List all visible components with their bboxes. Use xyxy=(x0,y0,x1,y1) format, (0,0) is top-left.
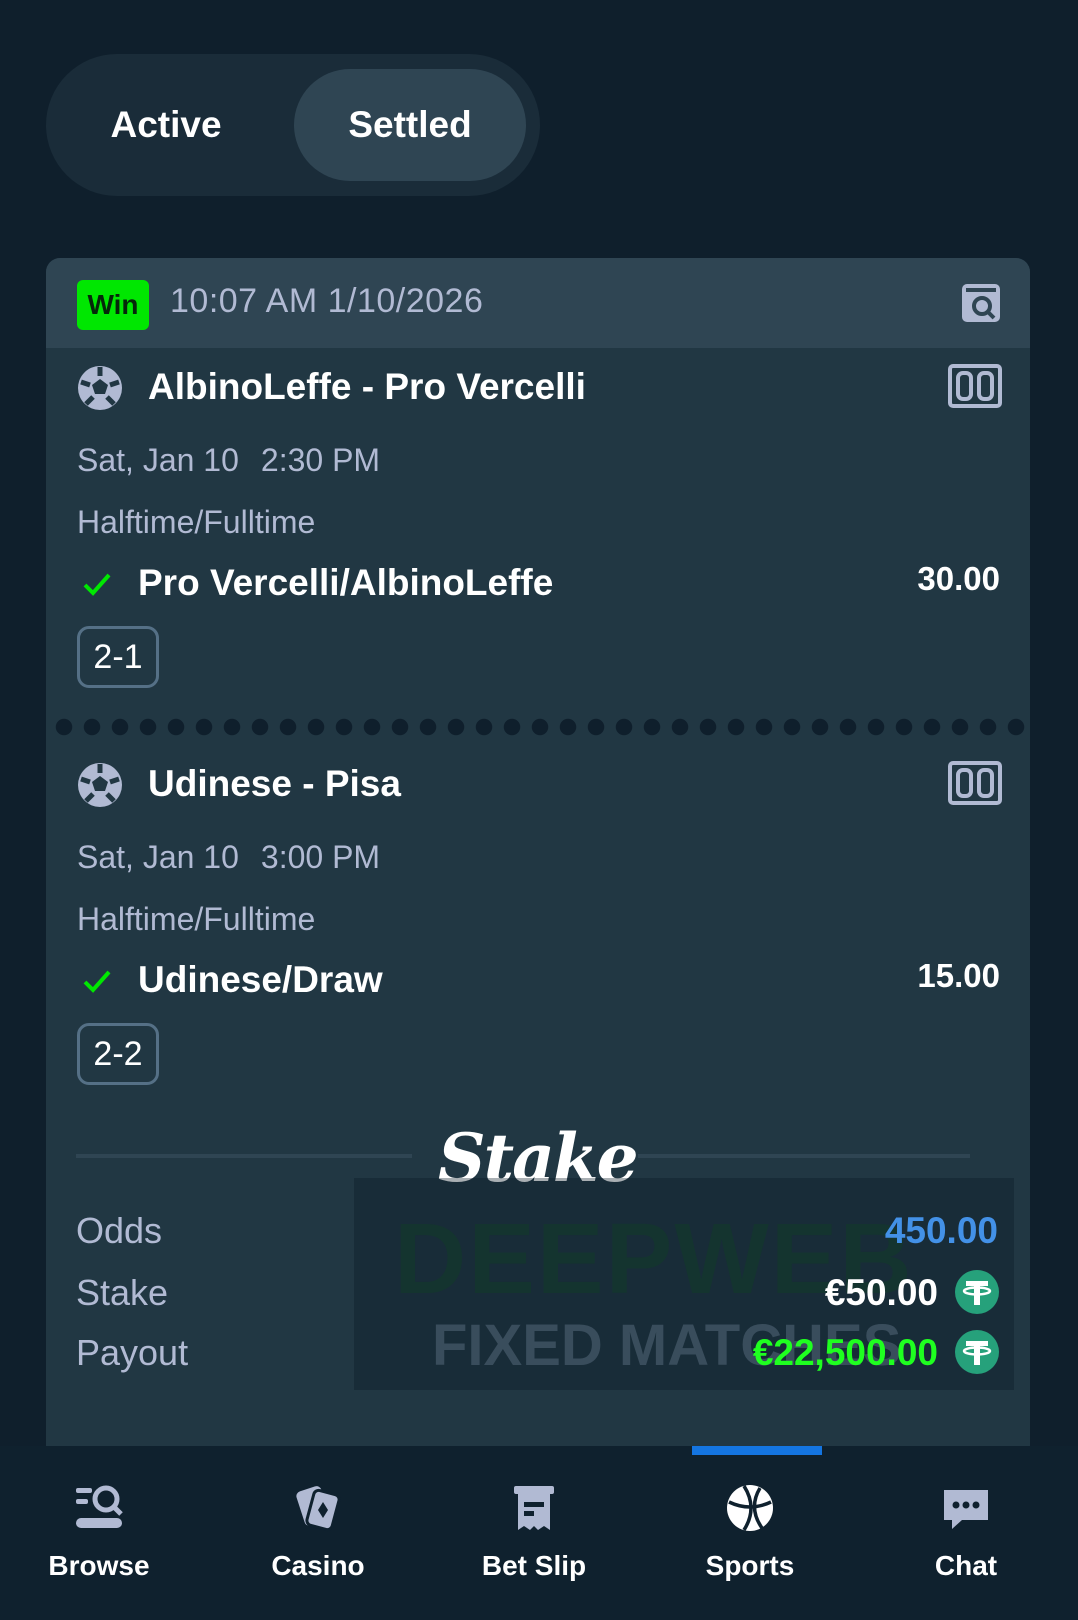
market-name: Halftime/Fulltime xyxy=(77,504,316,540)
bet-timestamp: 10:07 AM 1/10/2026 xyxy=(170,282,484,320)
tab-settled[interactable]: Settled xyxy=(294,69,526,181)
tab-active[interactable]: Active xyxy=(61,69,271,181)
nav-chat[interactable]: Chat xyxy=(876,1482,1056,1592)
scoreboard-icon[interactable] xyxy=(948,364,1002,408)
cards-icon xyxy=(296,1486,341,1532)
nav-label: Bet Slip xyxy=(481,1550,587,1581)
match-time: 3:00 PM xyxy=(260,839,381,875)
stake-amount: €50.00 xyxy=(824,1272,938,1313)
status-badge: Win xyxy=(77,280,149,330)
receipt-search-icon[interactable] xyxy=(960,282,1002,324)
payout-label: Payout xyxy=(76,1332,189,1373)
browse-icon xyxy=(76,1485,123,1528)
tether-icon xyxy=(955,1330,999,1374)
divider xyxy=(638,1154,970,1158)
match-datetime: Sat, Jan 10 3:00 PM xyxy=(77,839,380,876)
odds-label: Odds xyxy=(76,1210,163,1251)
nav-label: Sports xyxy=(705,1550,795,1581)
soccer-ball-icon xyxy=(78,763,122,807)
nav-sports[interactable]: Sports xyxy=(660,1482,840,1592)
match-date: Sat, Jan 10 xyxy=(77,442,239,478)
match-title[interactable]: Udinese - Pisa xyxy=(148,763,401,805)
final-score: 2-1 xyxy=(77,626,159,688)
selection-odds: 15.00 xyxy=(917,957,1000,994)
soccer-ball-icon xyxy=(78,366,122,410)
check-icon xyxy=(83,573,111,596)
match-date: Sat, Jan 10 xyxy=(77,839,239,875)
nav-casino[interactable]: Casino xyxy=(228,1482,408,1592)
selection-name: Udinese/Draw xyxy=(138,959,383,1000)
basketball-icon xyxy=(727,1485,773,1531)
nav-label: Casino xyxy=(271,1550,365,1581)
divider xyxy=(76,1154,412,1158)
nav-bet-slip[interactable]: Bet Slip xyxy=(444,1482,624,1592)
stake-label: Stake xyxy=(76,1272,169,1313)
tether-icon xyxy=(955,1270,999,1314)
betslip-icon xyxy=(514,1486,554,1530)
nav-browse[interactable]: Browse xyxy=(9,1482,189,1592)
total-odds: 450.00 xyxy=(884,1210,998,1251)
nav-active-indicator xyxy=(692,1446,822,1455)
scoreboard-icon[interactable] xyxy=(948,761,1002,805)
dotted-separator xyxy=(46,716,1030,738)
match-title[interactable]: AlbinoLeffe - Pro Vercelli xyxy=(148,366,586,408)
final-score: 2-2 xyxy=(77,1023,159,1085)
match-datetime: Sat, Jan 10 2:30 PM xyxy=(77,442,380,479)
nav-label: Chat xyxy=(934,1550,998,1581)
selection-odds: 30.00 xyxy=(917,560,1000,597)
check-icon xyxy=(83,970,111,993)
bet-card: Win 10:07 AM 1/10/2026 AlbinoLeffe - Pro… xyxy=(46,258,1030,1458)
payout-amount: €22,500.00 xyxy=(752,1332,938,1373)
chat-icon xyxy=(944,1490,988,1529)
match-time: 2:30 PM xyxy=(260,442,381,478)
selection-name: Pro Vercelli/AlbinoLeffe xyxy=(138,562,554,603)
market-name: Halftime/Fulltime xyxy=(77,901,316,937)
bet-card-header: Win 10:07 AM 1/10/2026 xyxy=(46,258,1030,348)
nav-label: Browse xyxy=(48,1550,150,1581)
bottom-nav: Browse Casino Bet Slip Sports Chat xyxy=(0,1446,1078,1620)
bet-status-tabs: Active Settled xyxy=(46,54,540,196)
